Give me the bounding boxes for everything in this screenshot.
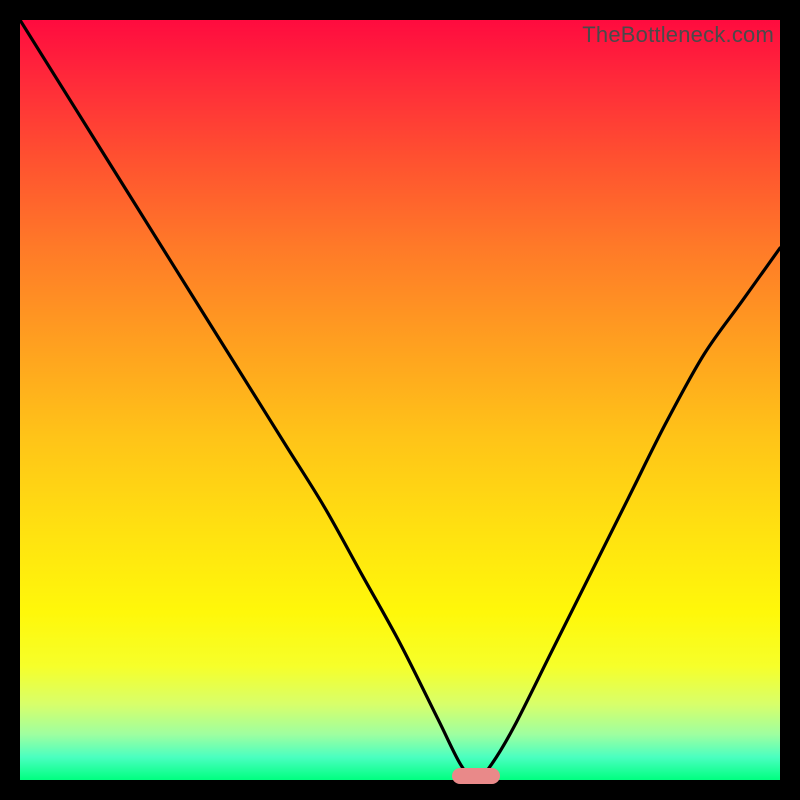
chart-frame: TheBottleneck.com: [0, 0, 800, 800]
optimal-marker: [452, 768, 500, 784]
bottleneck-curve: [20, 20, 780, 780]
plot-area: TheBottleneck.com: [20, 20, 780, 780]
